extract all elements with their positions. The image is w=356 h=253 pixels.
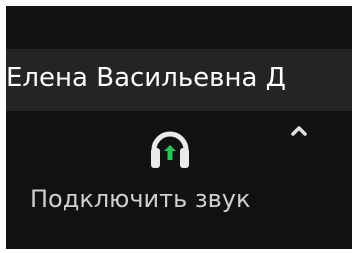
join-audio-button[interactable]: Подключить звук bbox=[18, 121, 328, 243]
chevron-up-icon bbox=[288, 123, 310, 137]
headphone-icon bbox=[144, 126, 196, 172]
meeting-panel: Елена Васильевна Д Подключить звук bbox=[6, 6, 352, 249]
participant-name: Елена Васильевна Д bbox=[6, 63, 286, 93]
meeting-toolbar: Подключить звук bbox=[6, 111, 352, 249]
audio-options-button[interactable] bbox=[283, 115, 315, 145]
participant-name-bar: Елена Васильевна Д bbox=[6, 49, 352, 111]
top-strip bbox=[6, 6, 352, 49]
join-audio-label: Подключить звук bbox=[30, 185, 251, 213]
